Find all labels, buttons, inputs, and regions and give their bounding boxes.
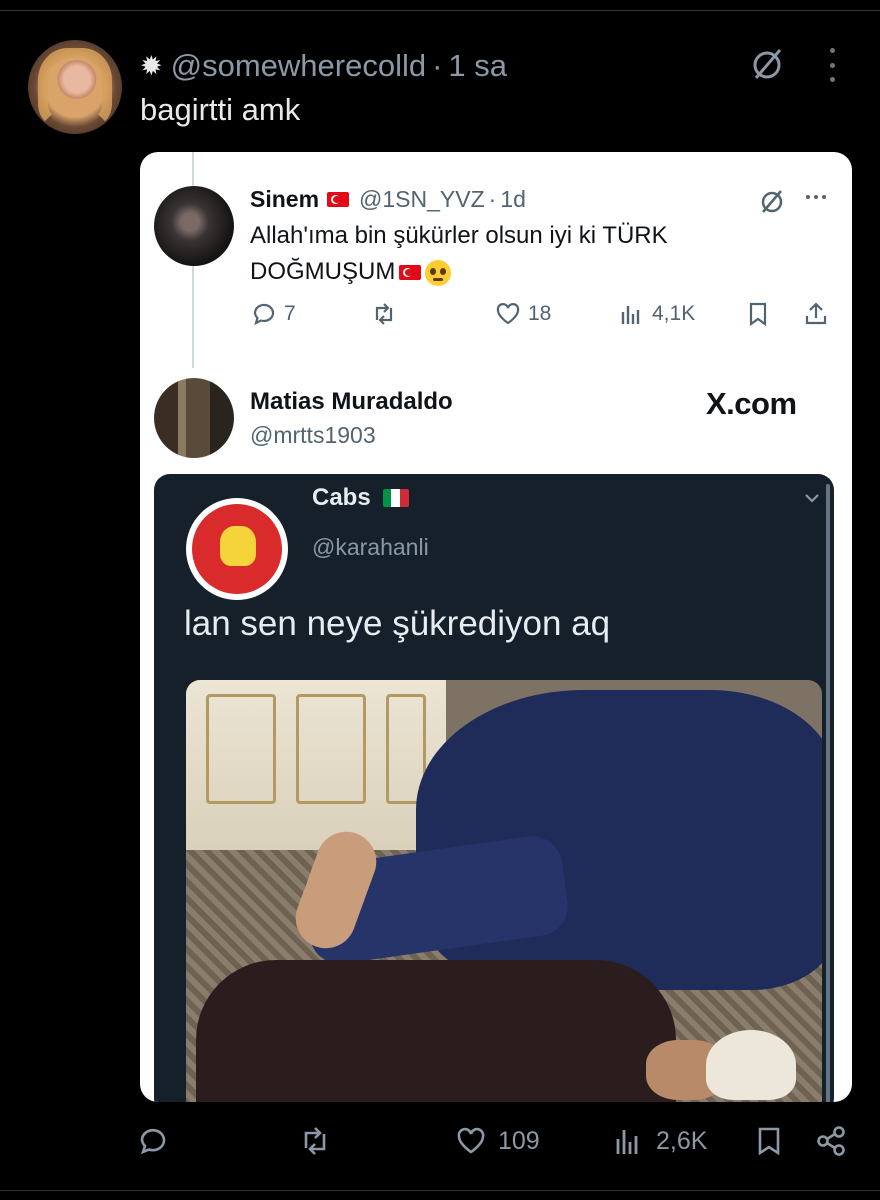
nested-text: lan sen neye şükrediyon aq — [184, 604, 611, 643]
views-icon — [621, 306, 640, 324]
share-icon — [805, 302, 827, 325]
turkish-flag-icon — [399, 265, 422, 281]
like-icon — [496, 303, 520, 325]
quoted-author-name: Sinem — [250, 186, 320, 212]
grok-icon — [761, 190, 783, 213]
more-icon — [806, 195, 826, 199]
nested-screenshot: Cabs @karahanli lan sen neye şükrediyon … — [154, 474, 834, 1102]
like-button[interactable]: 109 — [454, 1124, 540, 1158]
views-icon — [616, 1130, 638, 1154]
tweet-text: bagirtti amk — [140, 92, 301, 127]
quoted-action-bar: 7 18 4,1K — [250, 300, 840, 336]
avatar — [154, 378, 234, 458]
like-action: 18 — [494, 300, 551, 328]
timestamp[interactable]: 1 sa — [448, 48, 507, 84]
reply-author-handle: @mrtts1903 — [250, 422, 376, 448]
quoted-text-line2: DOĞMUŞUM — [250, 258, 396, 285]
share-button[interactable] — [814, 1124, 848, 1158]
bookmark-icon — [758, 1127, 780, 1156]
views-button[interactable]: 2,6K — [612, 1124, 707, 1158]
retweet-icon — [304, 1127, 326, 1155]
reply-icon — [253, 303, 275, 326]
quoted-header: Sinem @1SN_YVZ · 1d — [250, 186, 526, 213]
more-icon[interactable] — [822, 48, 842, 82]
nested-author-handle: @karahanli — [312, 534, 429, 560]
reply-action: 7 — [250, 300, 296, 328]
italian-flag-icon — [382, 489, 409, 507]
quoted-author-handle: @1SN_YVZ — [359, 186, 485, 212]
reply-author-name: Matias Muradaldo — [250, 388, 453, 415]
scrollbar — [826, 484, 830, 1102]
retweet-icon — [375, 303, 393, 325]
share-action — [802, 300, 830, 328]
top-divider — [0, 10, 880, 11]
share-icon — [817, 1126, 845, 1156]
retweet-button[interactable] — [298, 1124, 332, 1158]
tweet-header: ✹ @somewherecolld · 1 sa — [140, 48, 507, 84]
x-com-watermark: X.com — [706, 386, 797, 421]
like-icon — [457, 1127, 485, 1154]
tweet-action-bar: 109 2,6K — [0, 1124, 880, 1168]
quoted-text-line1: Allah'ıma bin şükürler olsun iyi ki TÜRK — [250, 222, 668, 249]
bookmark-button[interactable] — [752, 1124, 786, 1158]
quoted-text: Allah'ıma bin şükürler olsun iyi ki TÜRK… — [250, 218, 750, 290]
views-count: 4,1K — [652, 302, 696, 325]
retweet-action — [370, 300, 398, 328]
quoted-timestamp: 1d — [500, 186, 526, 212]
pleading-face-emoji-icon — [425, 259, 452, 286]
reply-button[interactable] — [136, 1124, 170, 1158]
like-count: 109 — [498, 1126, 540, 1155]
prayer-photo — [186, 680, 822, 1102]
separator: · — [432, 48, 443, 83]
bottom-divider — [0, 1190, 880, 1191]
quoted-image[interactable]: Sinem @1SN_YVZ · 1d Allah'ıma bin şükürl… — [140, 152, 852, 1102]
views-count: 2,6K — [656, 1126, 708, 1155]
sparkle-icon: ✹ — [140, 50, 163, 81]
author-handle[interactable]: @somewherecolld — [171, 48, 426, 84]
like-count: 18 — [528, 302, 552, 325]
chevron-down-icon — [805, 494, 819, 503]
nested-author-name-text: Cabs — [312, 484, 371, 511]
avatar[interactable] — [28, 40, 122, 134]
turkish-flag-icon — [327, 192, 350, 207]
avatar — [154, 186, 234, 266]
views-action: 4,1K — [618, 300, 695, 328]
separator: · — [488, 186, 497, 212]
nested-author-name: Cabs — [312, 484, 409, 512]
avatar — [186, 498, 288, 600]
bookmark-icon — [749, 302, 767, 327]
reply-count: 7 — [284, 302, 296, 325]
reply-icon — [140, 1128, 166, 1155]
bookmark-action — [744, 300, 772, 328]
grok-icon[interactable] — [748, 46, 786, 84]
